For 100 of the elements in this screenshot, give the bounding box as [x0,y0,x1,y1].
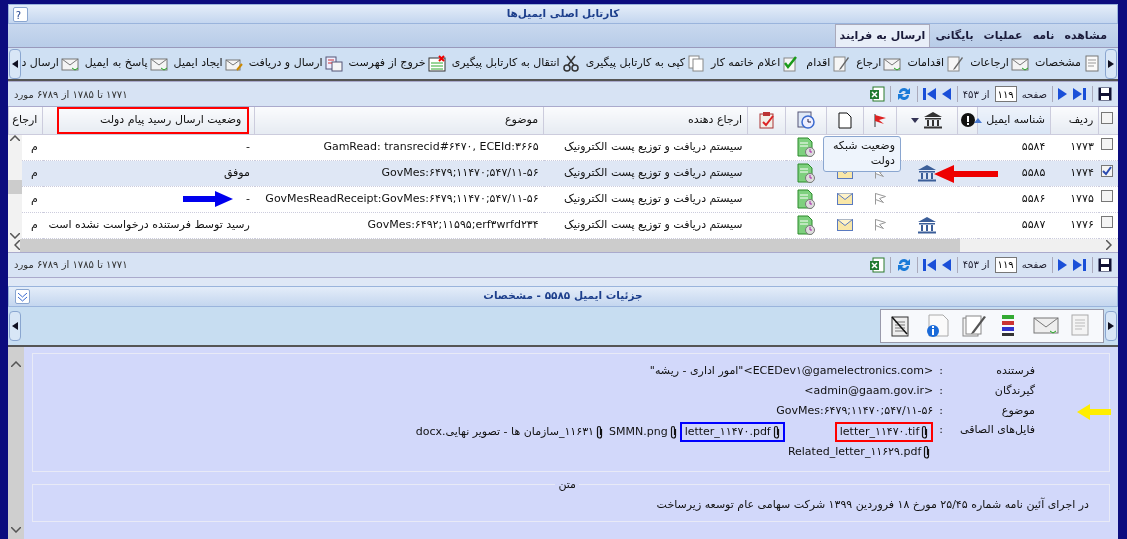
field-value: GovMes:۶۴۷۹;۱۱۴۷۰;۵۴۷/۱۱-۵۶ [776,403,934,420]
spreadsheet-icon[interactable] [868,86,885,102]
panel-title: جزئیات ایمیل ۵۵۸۵ - مشخصات [483,288,643,304]
tab[interactable]: بایگانی [930,23,979,47]
field-value: <admin@gaam.gov.ir> [804,383,934,400]
scroll-right-button[interactable] [1105,48,1117,79]
info-icon[interactable] [925,314,951,337]
scroll-right-button[interactable] [1105,310,1117,341]
spreadsheet-icon[interactable] [868,256,885,273]
toolbar-button[interactable]: مشخصات [1031,55,1104,72]
first-page-icon[interactable] [922,258,937,271]
bank-icon [923,111,944,130]
envelope-icon[interactable] [1033,314,1059,337]
field-label: فایل‌های الصاقی [959,421,1035,438]
scissors-icon [561,55,580,72]
document-clock-icon [797,215,816,235]
list-icon [427,55,446,72]
toolbar-button[interactable]: کپی به کارتابل پیگیری [582,55,708,72]
scroll-down-icon[interactable] [11,527,21,533]
toolbar-button[interactable]: اقدام [803,55,854,72]
save-icon[interactable] [1098,257,1112,272]
attachment-link[interactable]: ۱۱۶۳۱_سازمان ها - تصویر نهایی.docx [412,421,606,442]
field-separator: : [939,421,943,438]
table-cell: ۱۷۷۳ [1050,134,1099,160]
scrollbar-thumb[interactable] [8,180,22,194]
column-header[interactable]: وضعیت ارسال رسید پیام دولت [57,107,250,134]
refresh-icon[interactable] [895,86,912,102]
envelope-icon [149,55,168,72]
pencil-icon[interactable] [961,314,987,337]
toolbar-button[interactable]: اقدامات [904,55,968,72]
row-checkbox[interactable] [1101,138,1113,151]
paperclip-icon [596,424,603,439]
page-label: صفحه [1021,87,1047,102]
attachment-link[interactable]: letter_۱۱۴۷۰.tif [834,421,934,442]
scroll-right-icon[interactable] [1106,240,1112,250]
save-icon[interactable] [1098,87,1112,101]
dropdown-caret-icon[interactable] [911,117,920,123]
help-button[interactable]: ? [13,7,28,22]
attachment-link[interactable]: SMMN.png [606,421,680,442]
tab[interactable]: نامه [1027,23,1060,47]
previous-page-icon[interactable] [941,258,952,271]
page-label: صفحه [1021,258,1047,272]
field-label: موضوع [1000,403,1035,420]
first-page-icon[interactable] [922,88,937,100]
row-checkbox[interactable] [1101,216,1113,229]
toolbar-button[interactable]: ارسال د [22,55,82,72]
document-icon [1083,55,1101,72]
row-checkbox[interactable] [1101,164,1113,177]
column-header[interactable]: ارجاع دهنده [687,113,743,126]
scroll-left-button[interactable] [9,48,21,79]
table-cell: ۱۷۷۶ [1050,212,1099,238]
exclamation-icon [960,113,975,128]
toolbar-button[interactable]: انتقال به کارتابل پیگیری [448,55,583,72]
scroll-up-icon[interactable] [10,135,20,141]
chevron-icon [18,293,27,302]
pencil-icon [832,55,851,72]
previous-page-icon[interactable] [941,88,952,100]
paperclip-icon [669,424,677,439]
select-all-checkbox[interactable] [1101,111,1113,124]
triangle-icon [12,59,18,68]
field-value: <ECEDev۱@gamelectronics.com>"امور اداری - ریشه" [649,363,934,380]
next-page-icon[interactable] [1058,88,1068,100]
tab[interactable]: عملیات [978,23,1028,47]
tab[interactable]: ارسال به فرایند [834,23,931,47]
last-page-icon[interactable] [1073,88,1087,100]
table-cell-text: GovMes:۶۴۹۲;۱۱۵۹۵;erf۳wrfd۲۳۴ [367,216,539,233]
paperclip-icon [772,424,780,439]
scroll-up-icon[interactable] [11,360,21,367]
document-clock-icon [797,163,816,183]
scroll-left-button[interactable] [9,310,21,341]
tooltip: وضعیت شبکه دولت [823,136,901,172]
page-input[interactable]: ۱۱۹ [994,86,1017,102]
field-label: گیرندگان [993,383,1035,400]
scroll-down-icon[interactable] [10,233,20,239]
record-summary: ۱۷۷۱ تا ۱۷۸۵ از ۶۷۸۹ مورد [14,258,128,272]
toolbar-button[interactable]: خروج از فهرست [345,55,449,72]
last-page-icon[interactable] [1073,258,1087,271]
table-cell: سیستم دریافت و توزیع پست الکترونیک [543,134,748,160]
page-input[interactable]: ۱۱۹ [994,256,1017,273]
toolbar-button[interactable]: اعلام خاتمه کار [707,55,804,72]
document-clock-icon [797,137,816,157]
column-header[interactable]: موضوع [504,113,539,126]
toolbar-button[interactable]: ارجاعات [967,55,1032,72]
table-cell-text: GamRead: transrecid#۶۴۷۰, ECEId:۳۶۶۵ [323,138,539,155]
attachment-link[interactable]: Related_letter_۱۱۶۲۹.pdf [784,444,934,461]
toolbar-button[interactable]: پاسخ به ایمیل [81,55,171,72]
row-checkbox[interactable] [1101,190,1113,203]
toolbar-button[interactable]: ارسال و دریافت [245,55,346,72]
toolbar-button[interactable]: ارجاع [853,55,905,72]
next-page-icon[interactable] [1058,258,1068,271]
attachment-link[interactable]: letter_۱۱۴۷۰.pdf [679,421,785,442]
toolbar-button[interactable]: ایجاد ایمیل [170,55,246,72]
envelope-icon [60,55,79,72]
record-summary: ۱۷۷۱ تا ۱۷۸۵ از ۶۷۸۹ مورد [14,87,128,102]
refresh-icon[interactable] [895,256,912,273]
triangle-icon [1108,321,1114,330]
scroll-left-icon[interactable] [14,240,20,250]
tab[interactable]: مشاهده [1059,23,1112,47]
collapse-button[interactable] [15,288,30,304]
table-cell: - [42,134,255,160]
